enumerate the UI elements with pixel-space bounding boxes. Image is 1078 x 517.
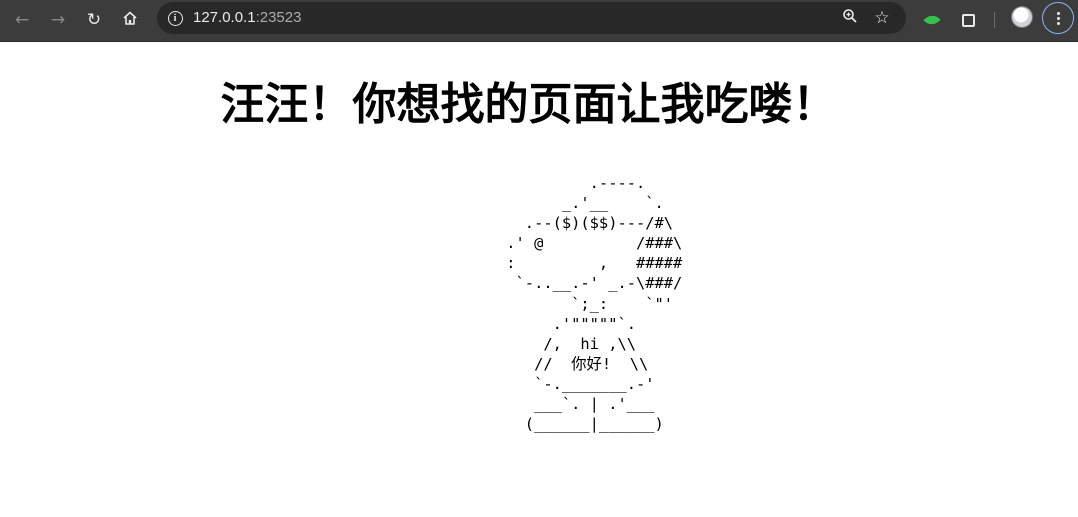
reload-button[interactable]: ↻: [80, 6, 108, 34]
avatar[interactable]: [1012, 7, 1032, 27]
ascii-line: _.'__ `.: [497, 194, 664, 213]
zoom-button[interactable]: [838, 6, 862, 30]
address-bar[interactable]: i 127.0.0.1:23523 ☆: [157, 2, 906, 34]
reload-icon: ↻: [86, 9, 102, 30]
ascii-line: // 你好! \\: [497, 354, 649, 373]
forward-button[interactable]: →: [44, 6, 72, 34]
star-icon: ☆: [874, 8, 890, 28]
home-button[interactable]: [116, 6, 144, 34]
info-icon: i: [167, 10, 183, 26]
ascii-line: `-..__.-' _.-\###/: [497, 274, 683, 293]
zoom-icon: [842, 8, 858, 29]
url-port: :23523: [255, 9, 302, 26]
ascii-line: : , #####: [497, 254, 683, 273]
ascii-line: (______|______): [497, 415, 664, 434]
ascii-dog-art: .----. _.'__ `. .--($)($$)---/#\ .' @ /#…: [497, 173, 682, 434]
ascii-line: .' @ /###\: [497, 234, 683, 253]
ascii-line: ___`. | .'___: [497, 395, 655, 414]
browser-toolbar: ← → ↻ i 127.0.0.1:23523 ☆: [0, 0, 1078, 42]
ascii-line: .'"""""`.: [497, 314, 636, 333]
ascii-line: `;_: `"': [497, 294, 674, 313]
arrow-left-icon: ←: [14, 9, 30, 30]
site-info-button[interactable]: i: [165, 8, 185, 28]
browser-menu-button[interactable]: [1042, 2, 1074, 34]
kebab-menu-icon: [1056, 11, 1060, 25]
leaf-extension-icon: [923, 11, 941, 29]
ascii-line: /, hi ,\\: [497, 334, 636, 353]
url-host: 127.0.0.1: [193, 9, 256, 26]
toolbar-divider: [994, 12, 995, 28]
ascii-line: .--($)($$)---/#\: [497, 214, 674, 233]
page-title: 汪汪！你想找的页面让我吃喽！: [220, 79, 837, 130]
extension-button[interactable]: [918, 6, 946, 34]
ascii-line: `-._______.-': [497, 374, 655, 393]
back-button[interactable]: ←: [8, 6, 36, 34]
url-text[interactable]: 127.0.0.1:23523: [193, 9, 301, 26]
puzzle-icon: [961, 13, 975, 27]
arrow-right-icon: →: [50, 9, 66, 30]
home-icon: [122, 10, 138, 30]
extensions-menu-button[interactable]: [954, 6, 982, 34]
bookmark-button[interactable]: ☆: [870, 6, 894, 30]
ascii-line: .----.: [497, 174, 646, 192]
